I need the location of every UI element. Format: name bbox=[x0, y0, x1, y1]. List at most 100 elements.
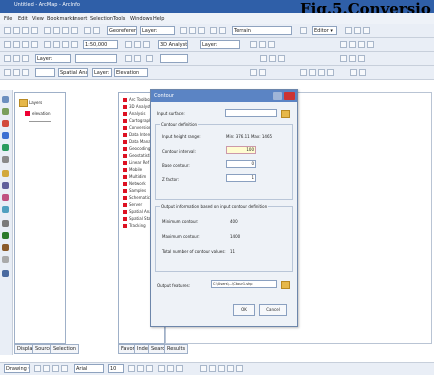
tool-a-icon[interactable] bbox=[345, 27, 352, 34]
raster-calc-icon[interactable] bbox=[259, 69, 266, 76]
list-item[interactable]: Conversion bbox=[123, 125, 151, 130]
copy-icon[interactable] bbox=[53, 27, 60, 34]
rotate-icon[interactable] bbox=[278, 55, 285, 62]
forward-extent-icon[interactable] bbox=[53, 41, 60, 48]
scale-field[interactable]: 1:50,000 bbox=[83, 40, 118, 49]
histogram-icon[interactable] bbox=[250, 69, 257, 76]
tool-dot-icon[interactable] bbox=[2, 132, 9, 139]
pan-tool-icon[interactable] bbox=[22, 41, 29, 48]
view-icon-1[interactable] bbox=[4, 69, 11, 76]
save-icon[interactable] bbox=[22, 27, 29, 34]
tool-ruler-icon[interactable] bbox=[2, 220, 9, 227]
menu-view[interactable]: View bbox=[32, 16, 44, 22]
browse-folder-icon[interactable] bbox=[281, 110, 290, 118]
overlay-1-icon[interactable] bbox=[300, 69, 307, 76]
attributes-combo[interactable] bbox=[160, 54, 188, 63]
tool-flag-icon[interactable] bbox=[2, 144, 9, 151]
menu-help[interactable]: Help bbox=[153, 16, 164, 22]
list-item[interactable]: Tracking bbox=[123, 223, 146, 228]
overlay-3-icon[interactable] bbox=[318, 69, 325, 76]
catalog-root[interactable]: Arc Toolbox bbox=[123, 97, 152, 102]
globe-red-icon[interactable] bbox=[359, 69, 366, 76]
back-extent-icon[interactable] bbox=[44, 41, 51, 48]
arc-tool-1-icon[interactable] bbox=[340, 41, 347, 48]
view-icon-2[interactable] bbox=[13, 69, 20, 76]
globe-green-icon[interactable] bbox=[350, 69, 357, 76]
list-item[interactable]: Schematics bbox=[123, 195, 152, 200]
3d-layer-dropdown[interactable]: Layer: bbox=[200, 40, 240, 49]
add-data-icon[interactable] bbox=[125, 41, 132, 48]
select-features-icon[interactable] bbox=[62, 41, 69, 48]
input-surface-dropdown[interactable] bbox=[225, 109, 277, 117]
text-icon[interactable] bbox=[61, 365, 68, 372]
list-item[interactable]: 3D Analyst bbox=[123, 104, 151, 109]
hillshade-tool-icon[interactable] bbox=[268, 41, 275, 48]
status-tool-4-icon[interactable] bbox=[227, 365, 234, 372]
ok-button[interactable]: OK bbox=[233, 304, 255, 316]
select-icon[interactable] bbox=[210, 27, 217, 34]
list-item[interactable]: Linear Ref bbox=[123, 160, 149, 165]
list-item[interactable]: Server bbox=[123, 202, 142, 207]
catalog-icon[interactable] bbox=[143, 41, 150, 48]
delete-icon[interactable] bbox=[71, 27, 78, 34]
base-contour-input[interactable]: 0 bbox=[226, 160, 256, 168]
overlay-4-icon[interactable] bbox=[327, 69, 334, 76]
menu-file[interactable]: File bbox=[4, 16, 12, 22]
tool-wrench-icon[interactable] bbox=[2, 156, 9, 163]
view-icon-3[interactable] bbox=[22, 69, 29, 76]
tool-c-icon[interactable] bbox=[363, 27, 370, 34]
status-tool-2-icon[interactable] bbox=[209, 365, 216, 372]
print-preview-icon[interactable] bbox=[358, 55, 365, 62]
paste-icon[interactable] bbox=[62, 27, 69, 34]
layer-combo[interactable]: Layer: bbox=[35, 54, 71, 63]
tool-layer-icon[interactable] bbox=[2, 244, 9, 251]
open-icon[interactable] bbox=[13, 27, 20, 34]
select-elements-icon[interactable] bbox=[34, 365, 41, 372]
menu-insert[interactable]: Insert bbox=[73, 16, 87, 22]
cancel-button[interactable]: Cancel bbox=[259, 304, 287, 316]
contour-interval-input[interactable]: 100 bbox=[226, 146, 256, 154]
status-tool-1-icon[interactable] bbox=[200, 365, 207, 372]
undo-icon[interactable] bbox=[84, 27, 91, 34]
underline-icon[interactable] bbox=[146, 365, 153, 372]
rotate-icon-2[interactable] bbox=[43, 365, 50, 372]
menu-edit[interactable]: Edit bbox=[18, 16, 28, 22]
globe-icon[interactable] bbox=[340, 55, 347, 62]
trace-icon[interactable] bbox=[269, 55, 276, 62]
font-dropdown[interactable]: Arial bbox=[74, 364, 104, 373]
rectangle-icon[interactable] bbox=[52, 365, 59, 372]
tool-marker-icon[interactable] bbox=[2, 120, 9, 127]
tab-selection[interactable]: Selection bbox=[50, 344, 80, 354]
tool-pin-icon[interactable] bbox=[2, 194, 9, 201]
tab-results[interactable]: Results bbox=[164, 344, 189, 354]
list-item[interactable]: Network bbox=[123, 181, 146, 186]
tool-settings-icon[interactable] bbox=[2, 256, 9, 263]
output-browse-icon[interactable] bbox=[281, 281, 290, 289]
layer-name[interactable]: elevation bbox=[32, 111, 51, 116]
snap-icon[interactable] bbox=[260, 55, 267, 62]
identify-icon[interactable] bbox=[180, 27, 187, 34]
minimize-icon[interactable] bbox=[273, 92, 282, 100]
editor-toolbar-icon[interactable] bbox=[300, 27, 307, 34]
fill-color-icon[interactable] bbox=[167, 365, 174, 372]
tool-b-icon[interactable] bbox=[354, 27, 361, 34]
tool-tree-icon[interactable] bbox=[2, 232, 9, 239]
print-icon[interactable] bbox=[31, 27, 38, 34]
clock-icon[interactable] bbox=[349, 55, 356, 62]
full-extent-icon[interactable] bbox=[31, 41, 38, 48]
z-factor-input[interactable]: 1 bbox=[226, 174, 256, 182]
layer-dropdown[interactable]: Layer: bbox=[140, 26, 175, 35]
split-icon[interactable] bbox=[146, 55, 153, 62]
redo-icon[interactable] bbox=[93, 27, 100, 34]
arrow-icon[interactable] bbox=[13, 55, 20, 62]
sketch-icon[interactable] bbox=[125, 55, 132, 62]
editor-icon[interactable] bbox=[134, 41, 141, 48]
zoom-in-icon[interactable] bbox=[198, 27, 205, 34]
list-item[interactable]: Geocoding bbox=[123, 146, 150, 151]
overlay-2-icon[interactable] bbox=[309, 69, 316, 76]
layout-icon[interactable] bbox=[4, 55, 11, 62]
editor-menu[interactable]: Editor ▾ bbox=[312, 26, 337, 35]
3d-analyst-menu[interactable]: 3D Analyst ▾ bbox=[158, 40, 188, 49]
tool-pointer-icon[interactable] bbox=[2, 96, 9, 103]
arc-tool-3-icon[interactable] bbox=[358, 41, 365, 48]
